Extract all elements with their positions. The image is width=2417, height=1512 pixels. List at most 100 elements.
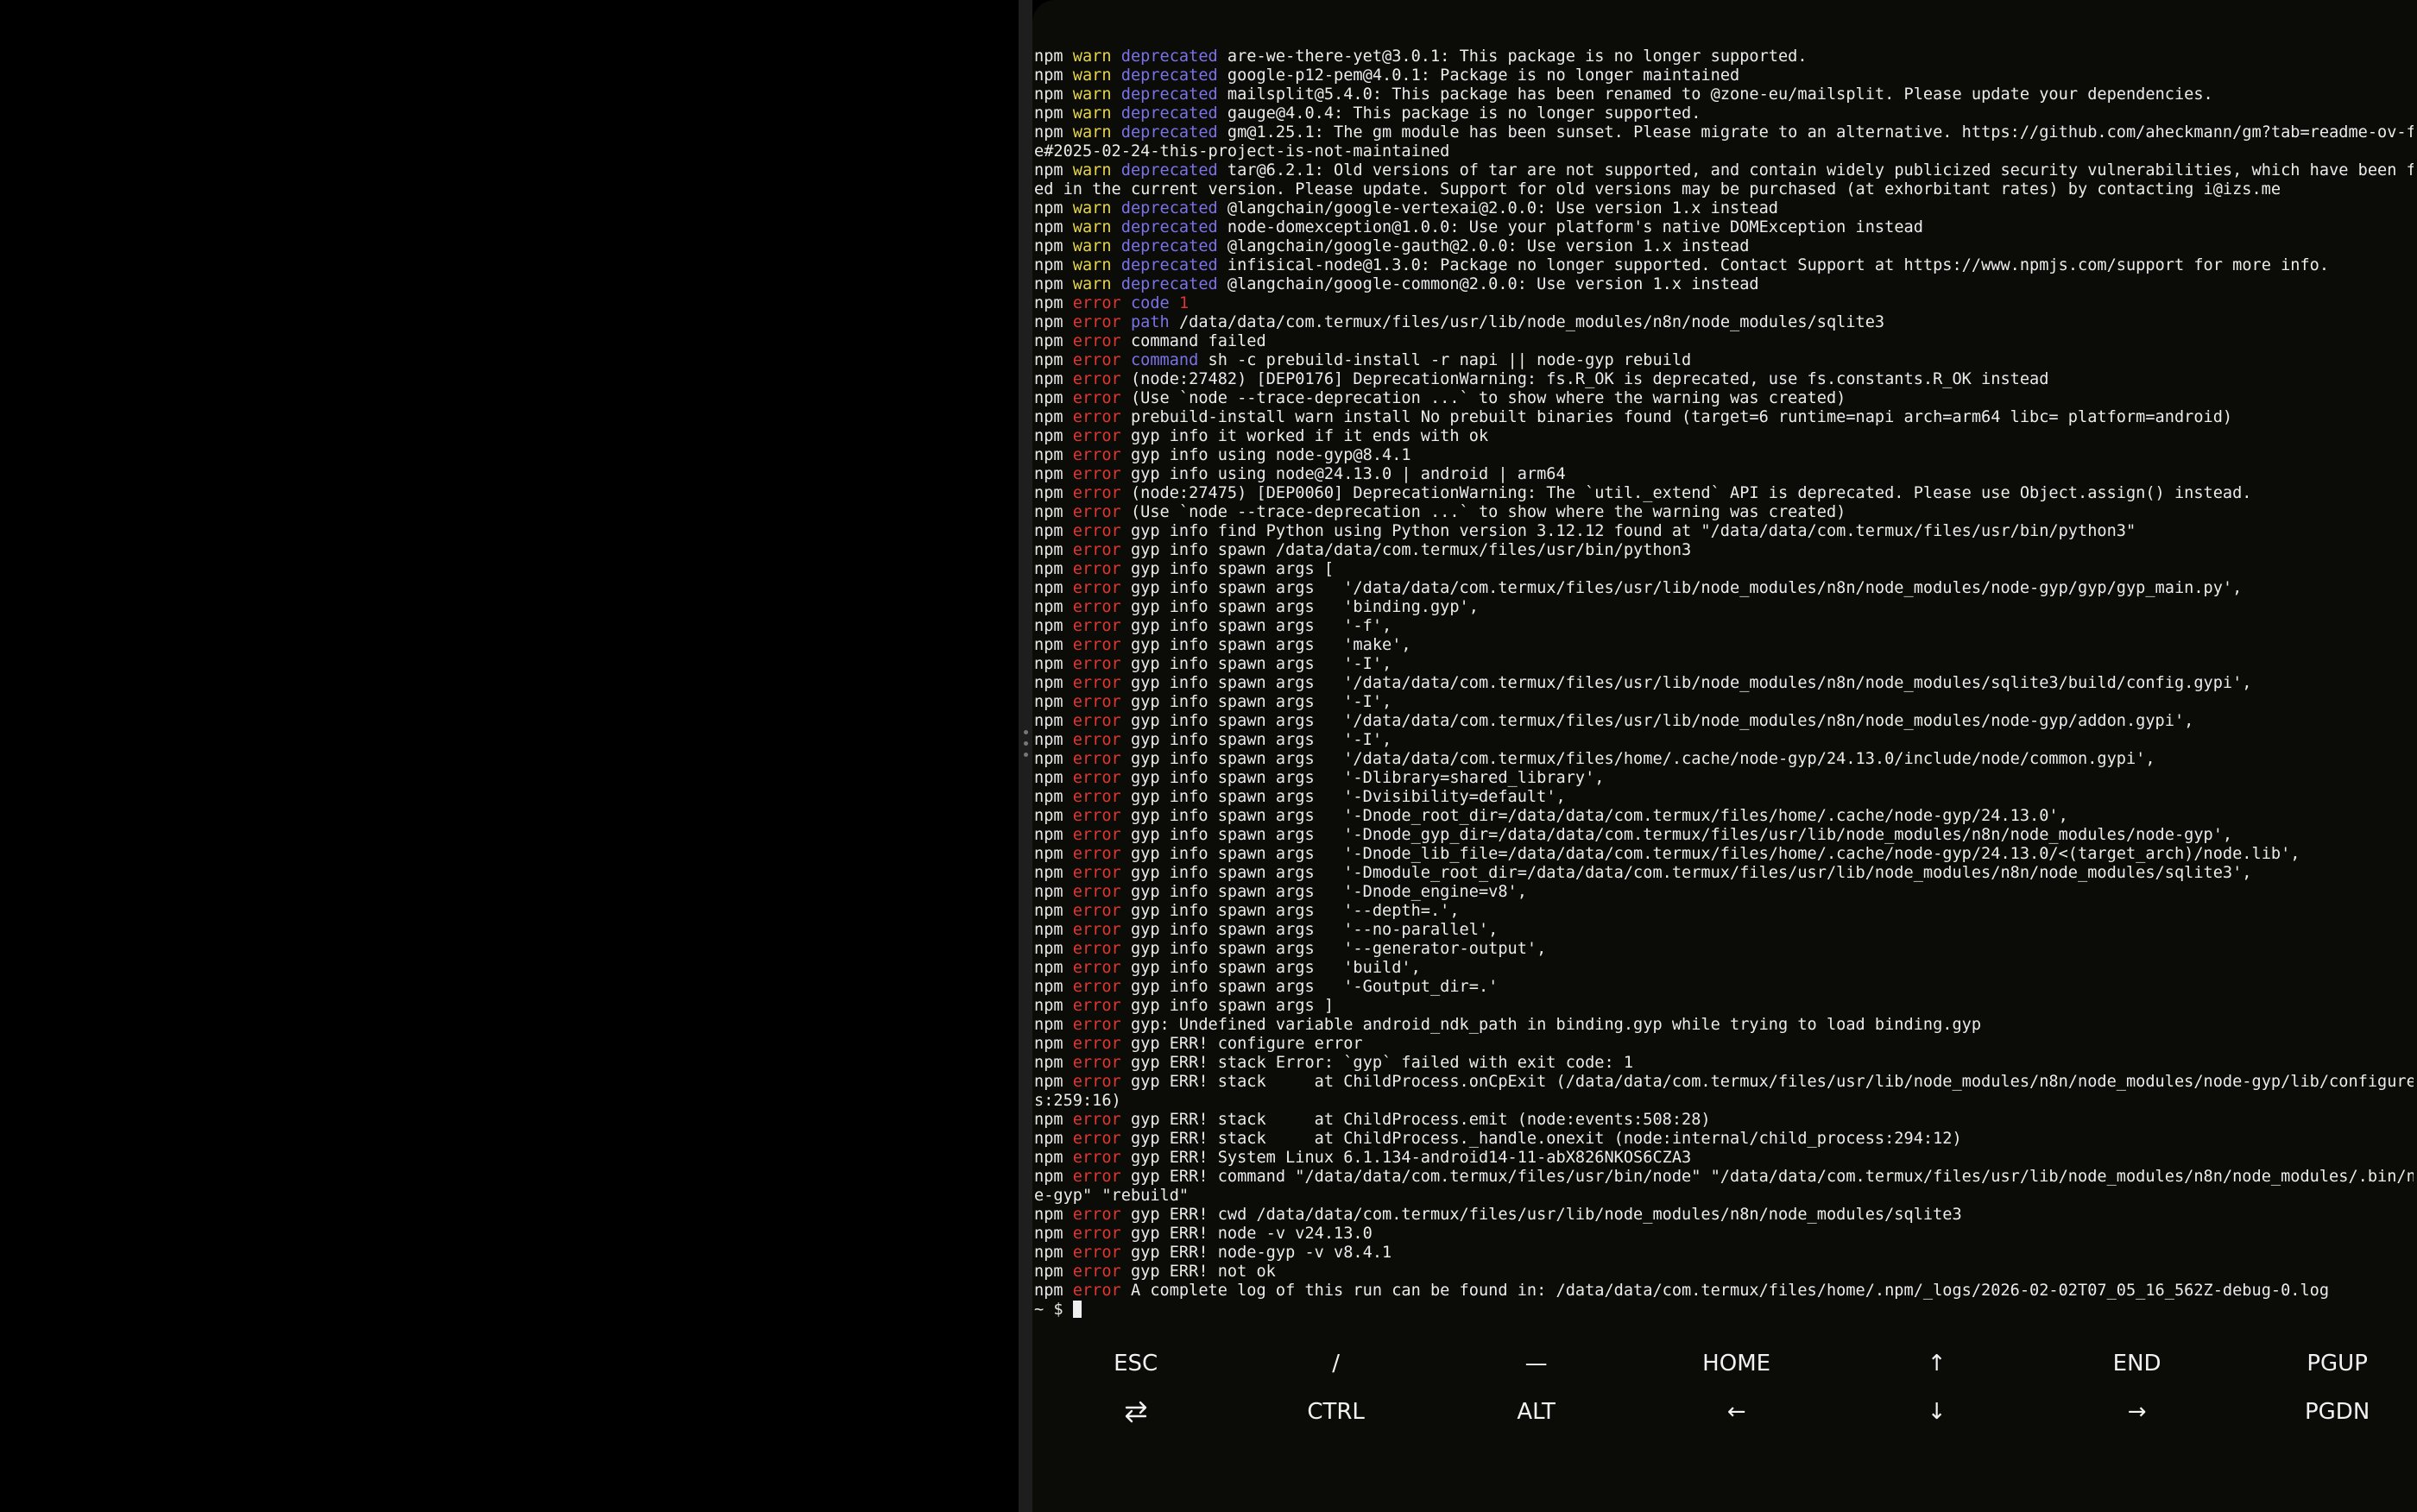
key-label: ESC bbox=[1114, 1351, 1158, 1377]
tab-key[interactable] bbox=[1038, 1388, 1234, 1436]
log-text: gyp ERR! configure error bbox=[1130, 1035, 1363, 1053]
log-level-error: error bbox=[1072, 1282, 1131, 1300]
log-text: gyp info spawn args '-Goutput_dir=.' bbox=[1130, 978, 1499, 996]
log-text: gyp info spawn args '-Dnode_root_dir=/da… bbox=[1130, 807, 2068, 825]
arrow-down-key[interactable]: ↓ bbox=[1839, 1388, 2035, 1436]
log-text: gyp info spawn args '--no-parallel', bbox=[1130, 921, 1499, 939]
log-prefix: npm bbox=[1034, 199, 1073, 217]
terminal-line: npm error gyp ERR! stack at ChildProcess… bbox=[1034, 1073, 2414, 1092]
log-prefix: npm bbox=[1034, 161, 1073, 180]
log-text: are-we-there-yet@3.0.1: This package is … bbox=[1227, 47, 1808, 66]
log-prefix: npm bbox=[1034, 47, 1073, 66]
terminal-line: npm error gyp info spawn args '--no-para… bbox=[1034, 921, 2414, 940]
terminal-line: npm warn deprecated infisical-node@1.3.0… bbox=[1034, 256, 2414, 275]
log-level-error: error bbox=[1072, 1263, 1131, 1281]
terminal-line: npm warn deprecated mailsplit@5.4.0: Thi… bbox=[1034, 85, 2414, 104]
log-prefix: npm bbox=[1034, 750, 1073, 768]
log-text: (node:27482) [DEP0176] DeprecationWarnin… bbox=[1130, 370, 2049, 388]
arrow-right-key[interactable]: → bbox=[2039, 1388, 2236, 1436]
terminal-line: npm error gyp info spawn args '--depth=.… bbox=[1034, 902, 2414, 921]
log-prefix: npm bbox=[1034, 712, 1073, 730]
terminal-line: npm warn deprecated google-p12-pem@4.0.1… bbox=[1034, 66, 2414, 85]
text-cursor bbox=[1072, 1301, 1082, 1318]
log-text: gauge@4.0.4: This package is no longer s… bbox=[1227, 104, 1701, 123]
terminal-line: npm error gyp info spawn args '--generat… bbox=[1034, 940, 2414, 959]
shell-prompt: ~ $ bbox=[1034, 1301, 1073, 1319]
terminal-line: npm error gyp info spawn args 'build', bbox=[1034, 959, 2414, 978]
log-text: gyp info spawn args '-Dnode_gyp_dir=/dat… bbox=[1130, 826, 2233, 844]
log-text: e#2025-02-24-this-project-is-not-maintai… bbox=[1034, 142, 1450, 161]
key-label: PGUP bbox=[2307, 1351, 2368, 1377]
terminal-line: npm error gyp ERR! configure error bbox=[1034, 1035, 2414, 1054]
log-keyword: deprecated bbox=[1120, 218, 1227, 236]
log-prefix: npm bbox=[1034, 503, 1073, 521]
log-prefix: npm bbox=[1034, 1130, 1073, 1148]
terminal-line: npm error gyp info find Python using Pyt… bbox=[1034, 522, 2414, 541]
slash-key[interactable]: / bbox=[1238, 1339, 1435, 1388]
log-prefix: npm bbox=[1034, 560, 1073, 578]
divider-handle-icon[interactable] bbox=[1022, 730, 1029, 773]
terminal-line: npm error A complete log of this run can… bbox=[1034, 1282, 2414, 1301]
alt-key[interactable]: ALT bbox=[1438, 1388, 1635, 1436]
log-prefix: npm bbox=[1034, 674, 1073, 692]
log-prefix: npm bbox=[1034, 446, 1073, 464]
log-text: gyp info spawn args '-I', bbox=[1130, 731, 1392, 749]
log-level-error: error bbox=[1072, 408, 1131, 426]
log-level-error: error bbox=[1072, 940, 1131, 958]
terminal-line: e#2025-02-24-this-project-is-not-maintai… bbox=[1034, 142, 2414, 161]
log-level-error: error bbox=[1072, 446, 1131, 464]
log-prefix: npm bbox=[1034, 294, 1073, 312]
terminal-line: npm error gyp info it worked if it ends … bbox=[1034, 427, 2414, 446]
terminal-line: npm warn deprecated node-domexception@1.… bbox=[1034, 218, 2414, 237]
terminal-line: npm error gyp info spawn args '-Dnode_ro… bbox=[1034, 807, 2414, 826]
log-prefix: npm bbox=[1034, 864, 1073, 882]
log-level-warn: warn bbox=[1072, 66, 1121, 85]
page-up-key[interactable]: PGUP bbox=[2239, 1339, 2417, 1388]
log-text: gyp info spawn args '-Dlibrary=shared_li… bbox=[1130, 769, 1605, 787]
terminal-window[interactable]: npm warn deprecated are-we-there-yet@3.0… bbox=[1032, 0, 2417, 1512]
page-down-key[interactable]: PGDN bbox=[2239, 1388, 2417, 1436]
log-prefix: npm bbox=[1034, 883, 1073, 901]
esc-key[interactable]: ESC bbox=[1038, 1339, 1234, 1388]
log-prefix: npm bbox=[1034, 427, 1073, 445]
log-text: (Use `node --trace-deprecation ...` to s… bbox=[1130, 389, 1846, 407]
log-level-error: error bbox=[1072, 484, 1131, 502]
arrow-up-key[interactable]: ↑ bbox=[1839, 1339, 2035, 1388]
log-text: A complete log of this run can be found … bbox=[1130, 1282, 2330, 1300]
arrow-left-key[interactable]: ← bbox=[1638, 1388, 1835, 1436]
terminal-line: npm error gyp info spawn args [ bbox=[1034, 560, 2414, 579]
log-level-warn: warn bbox=[1072, 237, 1121, 255]
log-prefix: npm bbox=[1034, 237, 1073, 255]
home-key[interactable]: HOME bbox=[1638, 1339, 1835, 1388]
log-text: /data/data/com.termux/files/usr/lib/node… bbox=[1178, 313, 1885, 331]
terminal-line: npm error gyp info spawn args '-I', bbox=[1034, 655, 2414, 674]
log-prefix: npm bbox=[1034, 408, 1073, 426]
log-text: gm@1.25.1: The gm module has been sunset… bbox=[1227, 123, 2414, 142]
log-text: s:259:16) bbox=[1034, 1092, 1121, 1110]
log-text: gyp info spawn args '/data/data/com.term… bbox=[1130, 750, 2155, 768]
log-text: gyp info it worked if it ends with ok bbox=[1130, 427, 1489, 445]
log-level-warn: warn bbox=[1072, 85, 1121, 104]
key-label: END bbox=[2112, 1351, 2161, 1377]
log-prefix: npm bbox=[1034, 579, 1073, 597]
log-prefix: npm bbox=[1034, 218, 1073, 236]
log-keyword: deprecated bbox=[1120, 275, 1227, 293]
log-prefix: npm bbox=[1034, 1168, 1073, 1186]
log-keyword: deprecated bbox=[1120, 47, 1227, 66]
log-level-warn: warn bbox=[1072, 275, 1121, 293]
log-level-error: error bbox=[1072, 997, 1131, 1015]
log-text: gyp info spawn args '--generator-output'… bbox=[1130, 940, 1547, 958]
terminal-line: npm error gyp info spawn args 'make', bbox=[1034, 636, 2414, 655]
dash-key[interactable]: — bbox=[1438, 1339, 1635, 1388]
log-level-error: error bbox=[1072, 959, 1131, 977]
terminal-line: npm error gyp info spawn args '-Dnode_gy… bbox=[1034, 826, 2414, 845]
log-keyword: deprecated bbox=[1120, 199, 1227, 217]
log-text: gyp info spawn /data/data/com.termux/fil… bbox=[1130, 541, 1692, 559]
log-text: e-gyp" "rebuild" bbox=[1034, 1187, 1190, 1205]
log-text: gyp ERR! stack Error: `gyp` failed with … bbox=[1130, 1054, 1634, 1072]
ctrl-key[interactable]: CTRL bbox=[1238, 1388, 1435, 1436]
log-text: gyp info spawn args '-f', bbox=[1130, 617, 1392, 635]
end-key[interactable]: END bbox=[2039, 1339, 2236, 1388]
log-text: infisical-node@1.3.0: Package no longer … bbox=[1227, 256, 2330, 274]
prompt-line[interactable]: ~ $ bbox=[1034, 1301, 2414, 1320]
